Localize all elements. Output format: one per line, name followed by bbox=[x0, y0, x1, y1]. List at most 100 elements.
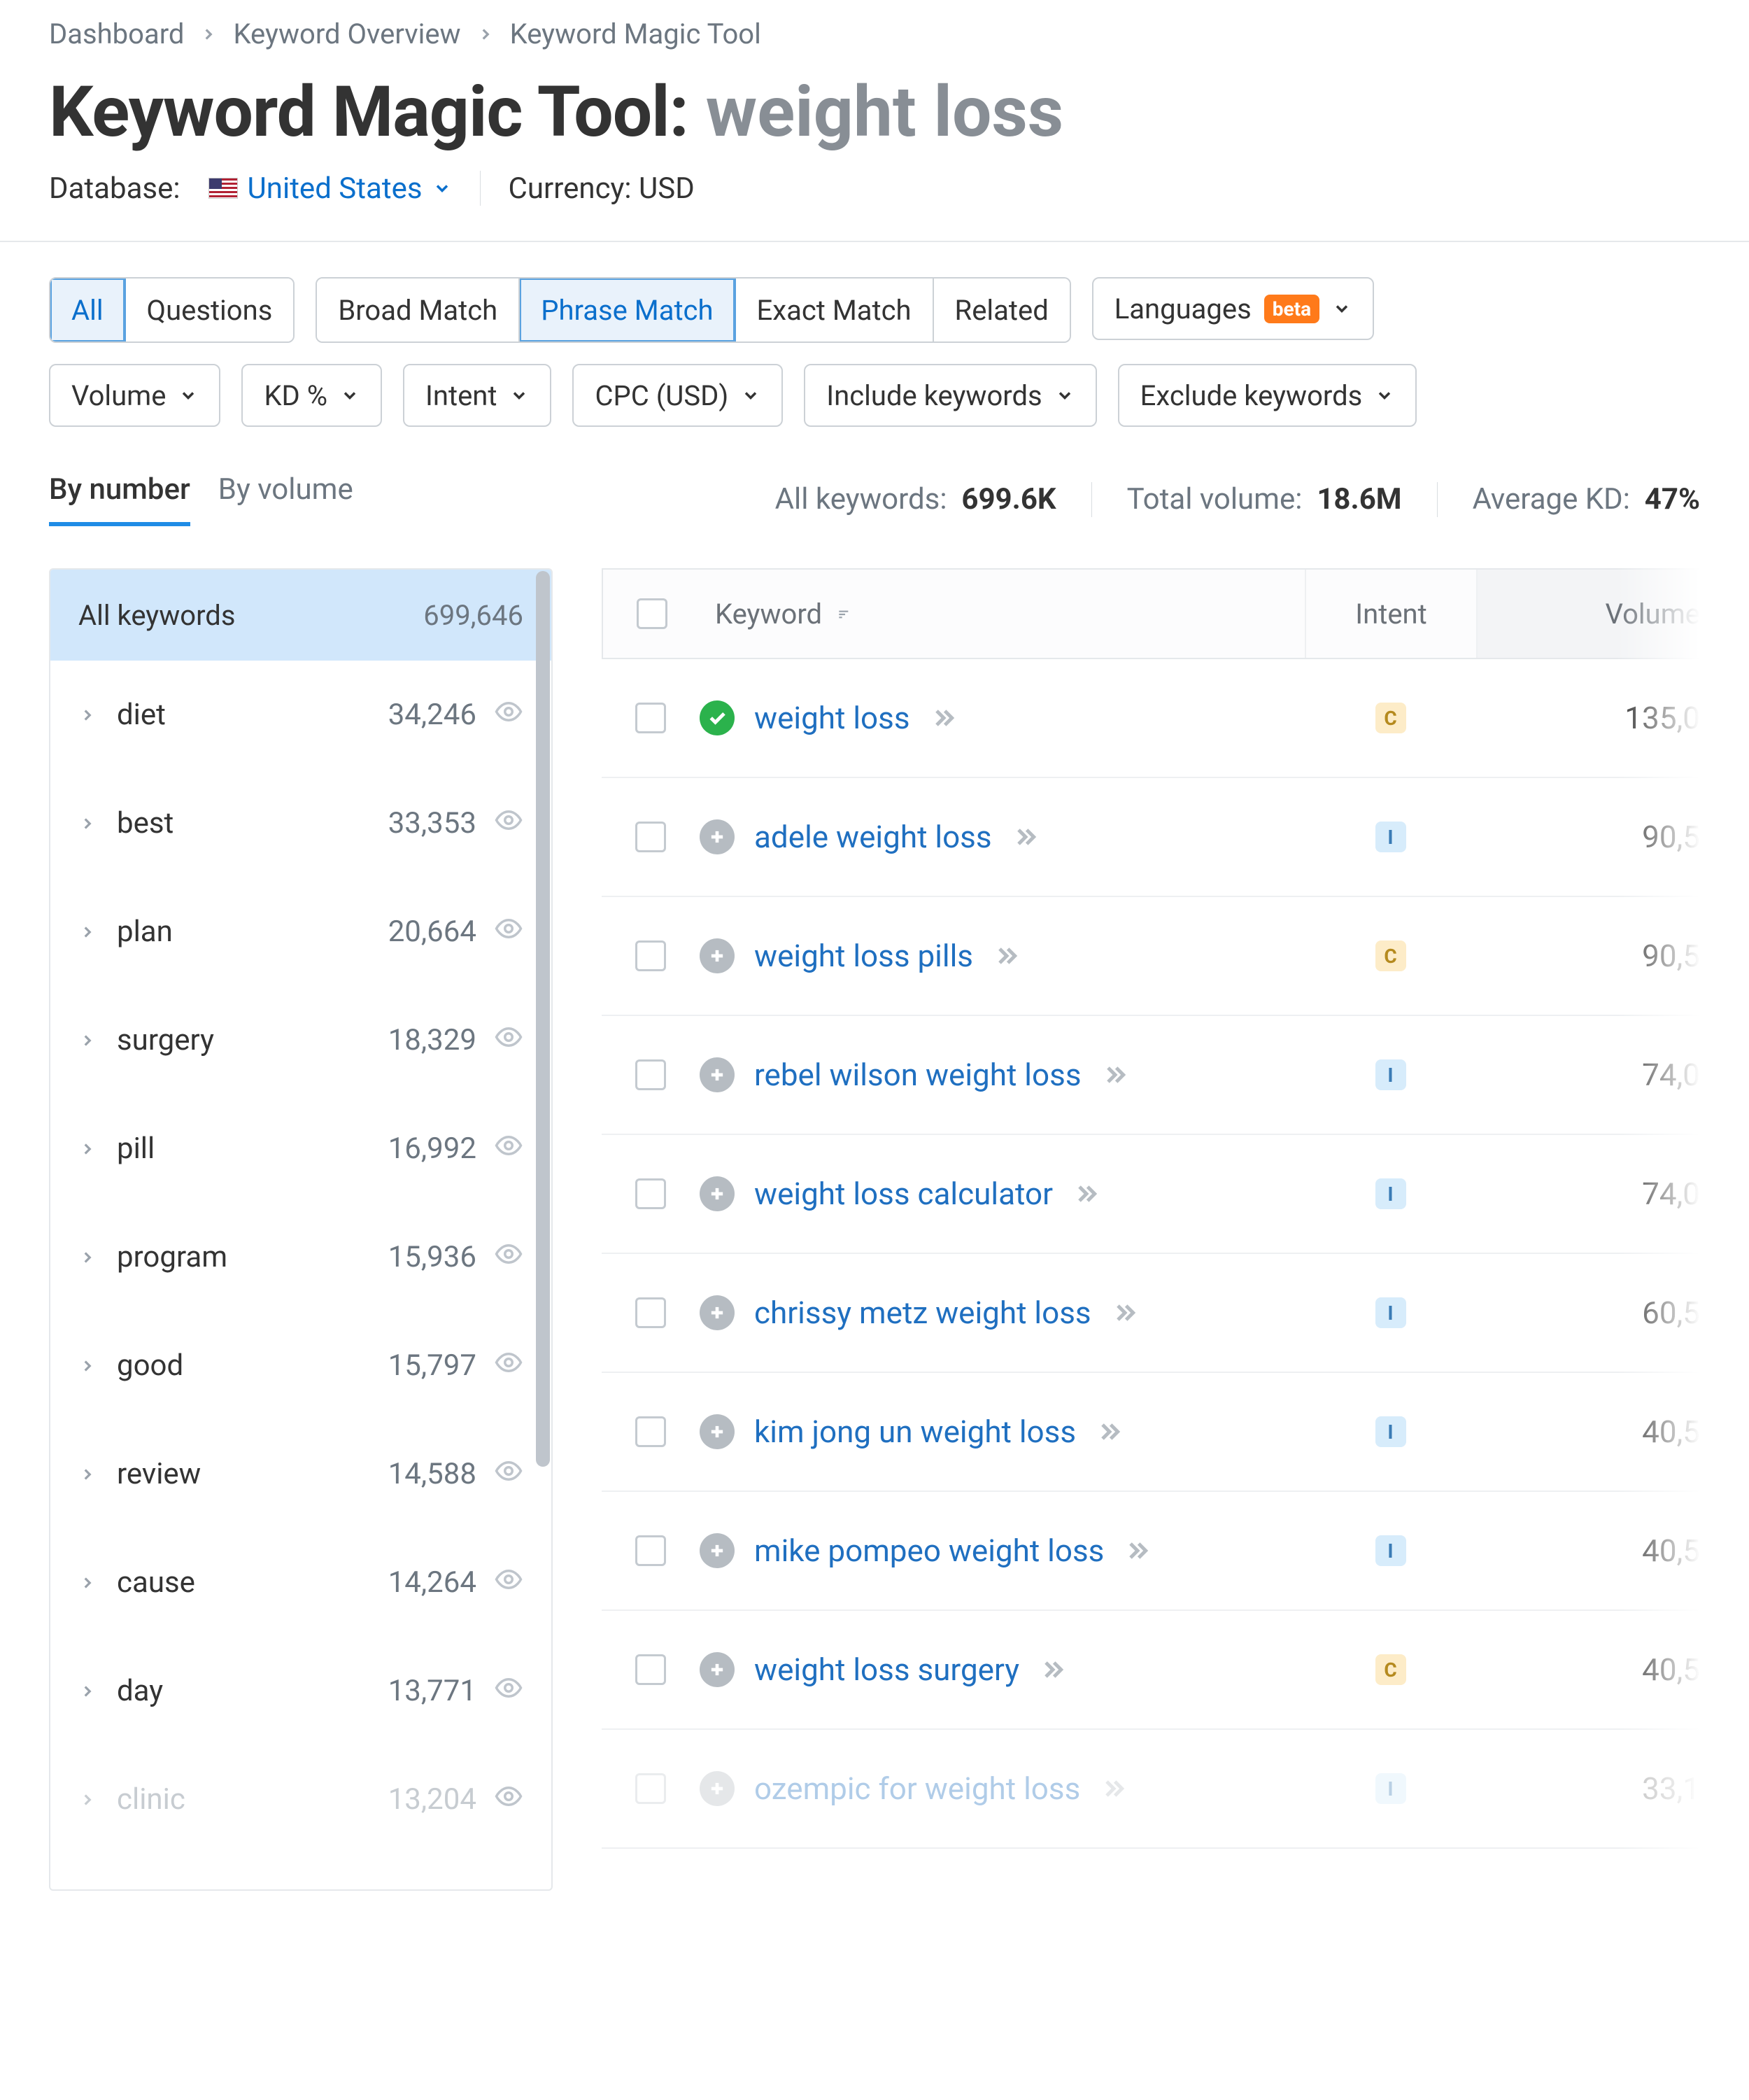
row-checkbox[interactable] bbox=[635, 1059, 666, 1090]
keyword-link[interactable]: weight loss pills bbox=[754, 938, 973, 974]
add-keyword-icon[interactable] bbox=[700, 819, 735, 854]
sidebar-item[interactable]: review14,588 bbox=[50, 1420, 551, 1528]
keyword-link[interactable]: adele weight loss bbox=[754, 819, 992, 855]
beta-badge: beta bbox=[1264, 295, 1319, 323]
sidebar-item[interactable]: best33,353 bbox=[50, 769, 551, 878]
add-keyword-icon[interactable] bbox=[700, 1652, 735, 1687]
chevron-down-icon bbox=[432, 171, 452, 206]
breadcrumb-item[interactable]: Dashboard bbox=[49, 17, 184, 50]
double-chevron-icon[interactable] bbox=[1096, 1418, 1124, 1446]
add-keyword-icon[interactable] bbox=[700, 938, 735, 973]
keyword-link[interactable]: rebel wilson weight loss bbox=[754, 1057, 1082, 1093]
double-chevron-icon[interactable] bbox=[1101, 1061, 1129, 1089]
keyword-link[interactable]: kim jong un weight loss bbox=[754, 1414, 1076, 1450]
sidebar-item[interactable]: program15,936 bbox=[50, 1203, 551, 1311]
add-keyword-icon[interactable] bbox=[700, 1295, 735, 1330]
filter-volume[interactable]: Volume bbox=[49, 364, 220, 427]
filter-cpc-usd-[interactable]: CPC (USD) bbox=[572, 364, 783, 427]
tab-by-number[interactable]: By number bbox=[49, 472, 190, 526]
filter-related[interactable]: Related bbox=[934, 279, 1070, 341]
col-keyword[interactable]: Keyword bbox=[701, 598, 1305, 630]
eye-icon[interactable] bbox=[494, 1456, 523, 1493]
sidebar-item[interactable]: cause14,264 bbox=[50, 1528, 551, 1637]
select-all-checkbox[interactable] bbox=[637, 598, 667, 629]
added-check-icon[interactable] bbox=[700, 700, 735, 735]
keyword-link[interactable]: weight loss bbox=[754, 700, 910, 736]
volume-cell: 40,5 bbox=[1476, 1532, 1700, 1569]
chevron-right-icon bbox=[78, 698, 99, 731]
double-chevron-icon[interactable] bbox=[1012, 823, 1040, 851]
row-checkbox[interactable] bbox=[635, 1773, 666, 1804]
add-keyword-icon[interactable] bbox=[700, 1176, 735, 1211]
db-value: United States bbox=[248, 171, 423, 206]
languages-filter[interactable]: Languages beta bbox=[1092, 277, 1374, 340]
row-checkbox[interactable] bbox=[635, 1297, 666, 1328]
scrollbar[interactable] bbox=[536, 571, 550, 1467]
filter-broad-match[interactable]: Broad Match bbox=[317, 279, 520, 341]
sidebar-item[interactable]: diet34,246 bbox=[50, 661, 551, 769]
keyword-link[interactable]: mike pompeo weight loss bbox=[754, 1532, 1104, 1569]
row-checkbox[interactable] bbox=[635, 703, 666, 733]
intent-badge: I bbox=[1375, 1773, 1406, 1804]
keyword-link[interactable]: chrissy metz weight loss bbox=[754, 1295, 1091, 1331]
intent-badge: C bbox=[1375, 703, 1406, 733]
row-checkbox[interactable] bbox=[635, 1416, 666, 1447]
filter-phrase-match[interactable]: Phrase Match bbox=[520, 279, 735, 341]
eye-icon[interactable] bbox=[494, 1239, 523, 1276]
sidebar-item[interactable]: clinic13,204 bbox=[50, 1745, 551, 1854]
filter-all[interactable]: All bbox=[50, 279, 126, 341]
double-chevron-icon[interactable] bbox=[930, 704, 958, 732]
col-volume[interactable]: Volume bbox=[1476, 570, 1700, 658]
chevron-down-icon bbox=[340, 379, 360, 412]
row-checkbox[interactable] bbox=[635, 940, 666, 971]
double-chevron-icon[interactable] bbox=[1111, 1299, 1139, 1327]
row-checkbox[interactable] bbox=[635, 822, 666, 852]
add-keyword-icon[interactable] bbox=[700, 1414, 735, 1449]
eye-icon[interactable] bbox=[494, 697, 523, 733]
col-intent[interactable]: Intent bbox=[1305, 570, 1476, 658]
eye-icon[interactable] bbox=[494, 805, 523, 842]
sidebar-item[interactable]: pill16,992 bbox=[50, 1094, 551, 1203]
breadcrumb-item[interactable]: Keyword Magic Tool bbox=[510, 17, 761, 50]
keyword-link[interactable]: ozempic for weight loss bbox=[754, 1770, 1080, 1807]
sidebar-header[interactable]: All keywords 699,646 bbox=[50, 570, 551, 661]
filter-kd-[interactable]: KD % bbox=[241, 364, 382, 427]
row-checkbox[interactable] bbox=[635, 1654, 666, 1685]
eye-icon[interactable] bbox=[494, 1022, 523, 1059]
sidebar-item[interactable]: plan20,664 bbox=[50, 878, 551, 986]
tab-by-volume[interactable]: By volume bbox=[218, 472, 353, 526]
sidebar-item-term: diet bbox=[117, 698, 371, 732]
add-keyword-icon[interactable] bbox=[700, 1771, 735, 1806]
filter-exclude-keywords[interactable]: Exclude keywords bbox=[1118, 364, 1417, 427]
filter-questions[interactable]: Questions bbox=[126, 279, 294, 341]
chevron-right-icon bbox=[78, 1566, 99, 1599]
double-chevron-icon[interactable] bbox=[1072, 1180, 1100, 1208]
keyword-link[interactable]: weight loss surgery bbox=[754, 1651, 1019, 1688]
eye-icon[interactable] bbox=[494, 1673, 523, 1710]
row-checkbox[interactable] bbox=[635, 1178, 666, 1209]
double-chevron-icon[interactable] bbox=[1039, 1656, 1067, 1684]
eye-icon[interactable] bbox=[494, 914, 523, 950]
sidebar-item-term: best bbox=[117, 806, 371, 840]
double-chevron-icon[interactable] bbox=[1124, 1537, 1152, 1565]
add-keyword-icon[interactable] bbox=[700, 1533, 735, 1568]
double-chevron-icon[interactable] bbox=[1100, 1775, 1128, 1803]
filter-include-keywords[interactable]: Include keywords bbox=[804, 364, 1096, 427]
sidebar-item[interactable]: surgery18,329 bbox=[50, 986, 551, 1094]
sidebar-item[interactable]: day13,771 bbox=[50, 1637, 551, 1745]
eye-icon[interactable] bbox=[494, 1131, 523, 1167]
breadcrumb-item[interactable]: Keyword Overview bbox=[233, 17, 460, 50]
volume-cell: 33,1 bbox=[1476, 1770, 1700, 1807]
database-selector[interactable]: United States bbox=[208, 171, 452, 206]
keyword-link[interactable]: weight loss calculator bbox=[754, 1176, 1053, 1212]
eye-icon[interactable] bbox=[494, 1782, 523, 1818]
sidebar-item-count: 13,771 bbox=[388, 1674, 476, 1708]
double-chevron-icon[interactable] bbox=[993, 942, 1021, 970]
filter-intent[interactable]: Intent bbox=[403, 364, 551, 427]
row-checkbox[interactable] bbox=[635, 1535, 666, 1566]
eye-icon[interactable] bbox=[494, 1565, 523, 1601]
filter-exact-match[interactable]: Exact Match bbox=[736, 279, 934, 341]
add-keyword-icon[interactable] bbox=[700, 1057, 735, 1092]
sidebar-item[interactable]: good15,797 bbox=[50, 1311, 551, 1420]
eye-icon[interactable] bbox=[494, 1348, 523, 1384]
